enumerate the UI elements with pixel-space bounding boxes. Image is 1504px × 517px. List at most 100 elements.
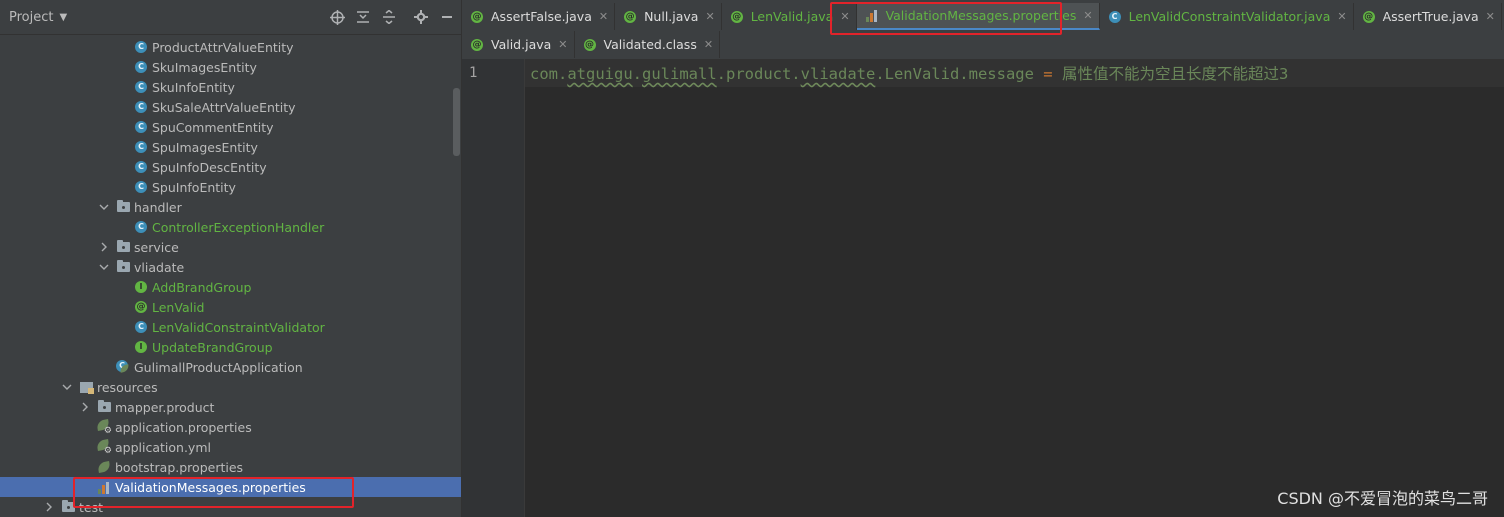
property-value: 属性值不能为空且长度不能超过3 <box>1061 65 1289 83</box>
annotation-highlight-box <box>830 2 1062 35</box>
close-icon[interactable]: ✕ <box>1337 10 1346 23</box>
folder-icon <box>116 240 130 254</box>
spring-config-icon: ⚙ <box>96 419 112 436</box>
property-key-part: atguigu <box>567 65 633 83</box>
tree-item-label: mapper.product <box>115 399 215 415</box>
tree-item[interactable]: @ LenValid <box>0 297 461 317</box>
tree-item[interactable]: C SpuImagesEntity <box>0 137 461 157</box>
tab-label: LenValid.java <box>750 9 834 24</box>
property-key-part: vliadate <box>800 65 876 83</box>
collapse-all-icon[interactable] <box>354 8 372 26</box>
project-panel: Project ▼ C ProductAttrValueEntity C SkuIma… <box>0 0 461 517</box>
tree-item-label: application.properties <box>115 419 252 435</box>
chevron-right-icon[interactable] <box>43 501 55 513</box>
close-icon[interactable]: ✕ <box>1486 10 1495 23</box>
tree-item-label: LenValidConstraintValidator <box>152 319 325 335</box>
tree-item-label: UpdateBrandGroup <box>152 339 273 355</box>
tree-item[interactable]: I UpdateBrandGroup <box>0 337 461 357</box>
editor-tab[interactable]: @ Null.java ✕ <box>615 3 722 30</box>
annotation-icon: @ <box>471 38 483 51</box>
spring-boot-class-icon: C <box>116 360 130 374</box>
chevron-down-icon[interactable] <box>98 201 110 213</box>
close-icon[interactable]: ✕ <box>558 38 567 51</box>
close-icon[interactable]: ✕ <box>599 10 608 23</box>
equals-sign: = <box>1033 65 1062 83</box>
class-icon: C <box>134 180 148 194</box>
class-icon: C <box>134 220 148 234</box>
tree-item[interactable]: C SkuInfoEntity <box>0 77 461 97</box>
editor-tab[interactable]: @ AssertTrue.java ✕ <box>1354 3 1502 30</box>
line-gutter: 1 <box>462 59 525 517</box>
tree-item[interactable]: C SpuCommentEntity <box>0 117 461 137</box>
tree-item[interactable]: vliadate <box>0 257 461 277</box>
interface-icon: I <box>134 280 148 294</box>
annotation-icon: @ <box>583 38 596 51</box>
chevron-down-icon[interactable]: ▼ <box>59 12 67 23</box>
tab-label: AssertFalse.java <box>491 9 592 24</box>
gear-icon[interactable] <box>412 8 430 26</box>
project-view-selector[interactable]: Project <box>9 10 53 25</box>
property-key-dot: . <box>632 65 642 83</box>
crosshair-icon[interactable] <box>328 8 346 26</box>
editor-tab[interactable]: C LenValidConstraintValidator.java ✕ <box>1100 3 1354 30</box>
property-key-suffix: .LenValid.message <box>875 65 1034 83</box>
tree-item[interactable]: C SpuInfoDescEntity <box>0 157 461 177</box>
class-icon: C <box>1108 10 1122 24</box>
code-line[interactable]: com.atguigu.gulimall.product.vliadate.Le… <box>530 62 1288 86</box>
tree-item-label: SpuInfoEntity <box>152 179 236 195</box>
folder-icon <box>116 260 130 274</box>
spring-leaf-icon <box>97 460 111 474</box>
tree-item[interactable]: C SkuSaleAttrValueEntity <box>0 97 461 117</box>
tree-item[interactable]: mapper.product <box>0 397 461 417</box>
tree-item[interactable]: C ControllerExceptionHandler <box>0 217 461 237</box>
editor-area: @ AssertFalse.java ✕ @ Null.java ✕ @ LenValid.j… <box>461 0 1504 517</box>
tree-item[interactable]: C SkuImagesEntity <box>0 57 461 77</box>
tree-item[interactable]: bootstrap.properties <box>0 457 461 477</box>
tree-item[interactable]: C GulimallProductApplication <box>0 357 461 377</box>
annotation-icon: @ <box>1362 10 1375 23</box>
tree-item[interactable]: service <box>0 237 461 257</box>
tree-item[interactable]: resources <box>0 377 461 397</box>
project-header: Project ▼ <box>0 0 461 35</box>
close-icon[interactable]: ✕ <box>1083 9 1092 22</box>
editor-tab[interactable]: @ AssertFalse.java ✕ <box>462 3 616 30</box>
tree-scrollbar[interactable] <box>453 88 460 156</box>
tree-item[interactable]: C LenValidConstraintValidator <box>0 317 461 337</box>
tab-row-2: @ Valid.java ✕ @ Validated.class ✕ <box>462 31 721 59</box>
expand-icon[interactable] <box>380 8 398 26</box>
tree-item-label: SkuSaleAttrValueEntity <box>152 99 296 115</box>
editor-tab[interactable]: @ Validated.class ✕ <box>575 31 721 58</box>
tree-item-label: ControllerExceptionHandler <box>152 219 325 235</box>
tree-item[interactable]: ⚙ application.yml <box>0 437 461 457</box>
class-icon: C <box>134 160 148 174</box>
tree-item[interactable]: handler <box>0 197 461 217</box>
chevron-right-icon[interactable] <box>79 401 91 413</box>
property-key-mid: .product. <box>716 65 801 83</box>
annotation-icon: @ <box>135 301 147 313</box>
chevron-down-icon[interactable] <box>61 381 73 393</box>
annotation-icon: @ <box>730 10 743 23</box>
hide-icon[interactable] <box>438 8 456 26</box>
close-icon[interactable]: ✕ <box>705 10 714 23</box>
tree-item[interactable]: C ProductAttrValueEntity <box>0 37 461 57</box>
tree-item-label: SkuImagesEntity <box>152 59 257 75</box>
tab-label: Valid.java <box>491 37 552 52</box>
tree-item[interactable]: C SpuInfoEntity <box>0 177 461 197</box>
close-icon[interactable]: ✕ <box>704 38 713 51</box>
resources-folder-icon <box>79 380 94 394</box>
chevron-right-icon[interactable] <box>98 241 110 253</box>
spring-config-icon: ⚙ <box>96 439 112 456</box>
tab-label: AssertTrue.java <box>1382 9 1479 24</box>
watermark: CSDN @不爱冒泡的菜鸟二哥 <box>1277 489 1488 508</box>
class-icon: C <box>134 80 148 94</box>
tree-item[interactable]: ⚙ application.properties <box>0 417 461 437</box>
tree-item-label: handler <box>134 199 182 215</box>
chevron-down-icon[interactable] <box>98 261 110 273</box>
tree-item[interactable]: I AddBrandGroup <box>0 277 461 297</box>
class-icon: C <box>134 320 148 334</box>
class-icon: C <box>134 140 148 154</box>
editor-tab[interactable]: @ Valid.java ✕ <box>462 31 575 58</box>
tree-item-label: LenValid <box>152 299 205 315</box>
tree-item-label: service <box>134 239 179 255</box>
class-icon: C <box>134 60 148 74</box>
